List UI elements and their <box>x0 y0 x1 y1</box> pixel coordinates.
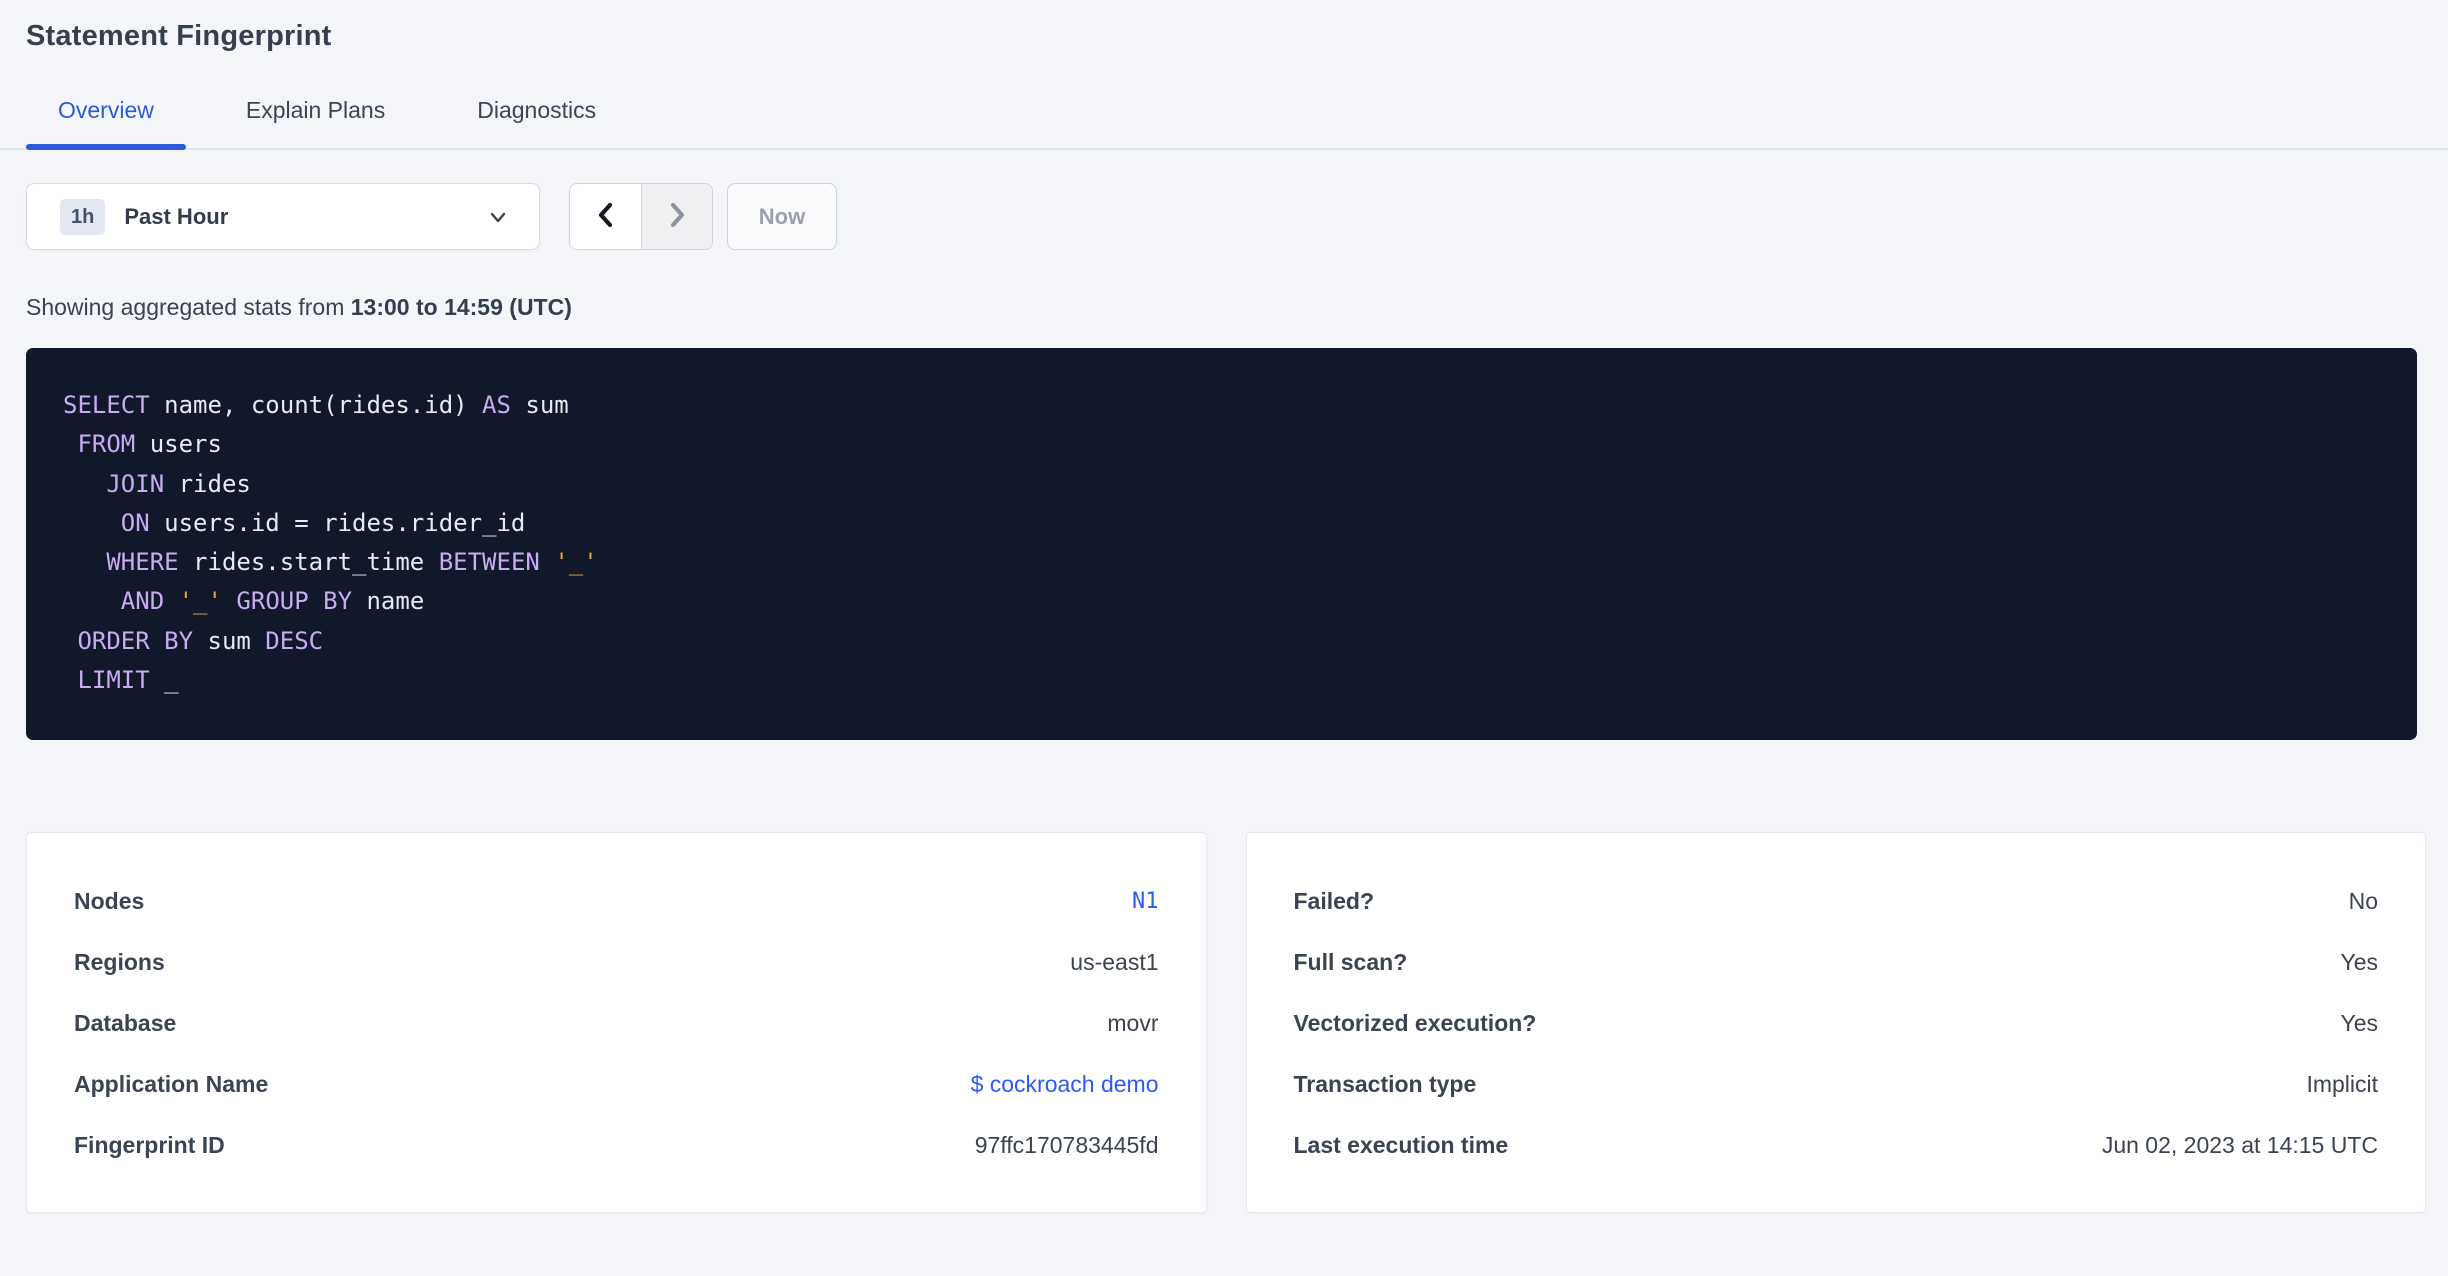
row-value: No <box>2348 888 2378 914</box>
table-row: Fingerprint ID 97ffc170783445fd <box>74 1115 1159 1176</box>
next-time-button[interactable] <box>641 184 712 249</box>
now-button[interactable]: Now <box>727 183 837 250</box>
row-value: Yes <box>2340 1010 2378 1036</box>
row-label: Vectorized execution? <box>1293 1010 1537 1036</box>
table-row: Transaction type Implicit <box>1294 1054 2379 1115</box>
table-row: Failed? No <box>1294 871 2379 932</box>
sql-line: LIMIT _ <box>77 666 179 695</box>
time-nav-group <box>569 183 713 250</box>
row-value-link[interactable]: N1 <box>1132 889 1159 914</box>
row-value: 97ffc170783445fd <box>974 1132 1159 1158</box>
table-row: Application Name $ cockroach demo <box>74 1054 1159 1115</box>
time-range-dropdown[interactable]: 1h Past Hour <box>26 183 540 250</box>
row-label: Full scan? <box>1293 949 1408 975</box>
row-value: Implicit <box>2306 1071 2378 1097</box>
row-label: Regions <box>74 949 165 975</box>
aggregated-stats-text: Showing aggregated stats from 13:00 to 1… <box>26 294 2448 321</box>
aggregated-stats-range: 13:00 to 14:59 (UTC) <box>350 294 572 320</box>
chevron-down-icon <box>486 205 510 229</box>
sql-line: JOIN rides <box>106 469 251 498</box>
time-picker-row: 1h Past Hour Now <box>26 183 2448 250</box>
row-value-link[interactable]: $ cockroach demo <box>971 1071 1159 1098</box>
table-row: Nodes N1 <box>74 871 1159 932</box>
row-label: Failed? <box>1293 888 1375 914</box>
row-value: movr <box>1107 1010 1159 1036</box>
time-range-badge: 1h <box>60 198 106 235</box>
time-range-label: Past Hour <box>124 203 229 229</box>
table-row: Vectorized execution? Yes <box>1294 993 2379 1054</box>
table-row: Last execution time Jun 02, 2023 at 14:15… <box>1294 1115 2379 1176</box>
row-value: us-east1 <box>1070 949 1159 975</box>
prev-time-button[interactable] <box>570 184 641 249</box>
aggregated-stats-prefix: Showing aggregated stats from <box>26 294 351 320</box>
sql-line: SELECT name, count(rides.id) AS sum <box>63 391 569 419</box>
sql-line: ON users.id = rides.rider_id <box>120 508 526 537</box>
row-label: Last execution time <box>1293 1132 1509 1158</box>
page-title: Statement Fingerprint <box>26 20 332 52</box>
row-label: Fingerprint ID <box>74 1132 225 1158</box>
tab-overview[interactable]: Overview <box>26 97 186 150</box>
row-value: Yes <box>2340 949 2378 975</box>
table-row: Full scan? Yes <box>1294 932 2379 993</box>
row-label: Nodes <box>74 888 145 914</box>
statement-details-card: Nodes N1 Regions us-east1 Database movr Applic… <box>26 832 1207 1213</box>
row-label: Application Name <box>74 1071 269 1097</box>
tab-explain-plans[interactable]: Explain Plans <box>214 97 417 148</box>
sql-line: FROM users <box>77 430 222 459</box>
tabbar: Overview Explain Plans Diagnostics <box>0 97 2448 150</box>
sql-statement-box: SELECT name, count(rides.id) AS sum FROM… <box>26 348 2417 740</box>
row-label: Transaction type <box>1293 1071 1477 1097</box>
tab-diagnostics[interactable]: Diagnostics <box>445 97 628 148</box>
chevron-right-icon <box>662 200 692 233</box>
chevron-left-icon <box>591 200 621 233</box>
table-row: Regions us-east1 <box>74 932 1159 993</box>
summary-cards: Nodes N1 Regions us-east1 Database movr Applic… <box>26 832 2426 1213</box>
sql-line: ORDER BY sum DESC <box>77 626 324 655</box>
execution-attributes-card: Failed? No Full scan? Yes Vectorized executi… <box>1245 832 2426 1213</box>
row-value: Jun 02, 2023 at 14:15 UTC <box>2101 1132 2378 1158</box>
sql-line: AND '_' GROUP BY name <box>120 587 425 616</box>
sql-line: WHERE rides.start_time BETWEEN '_' <box>106 548 598 577</box>
table-row: Database movr <box>74 993 1159 1054</box>
row-label: Database <box>74 1010 177 1036</box>
